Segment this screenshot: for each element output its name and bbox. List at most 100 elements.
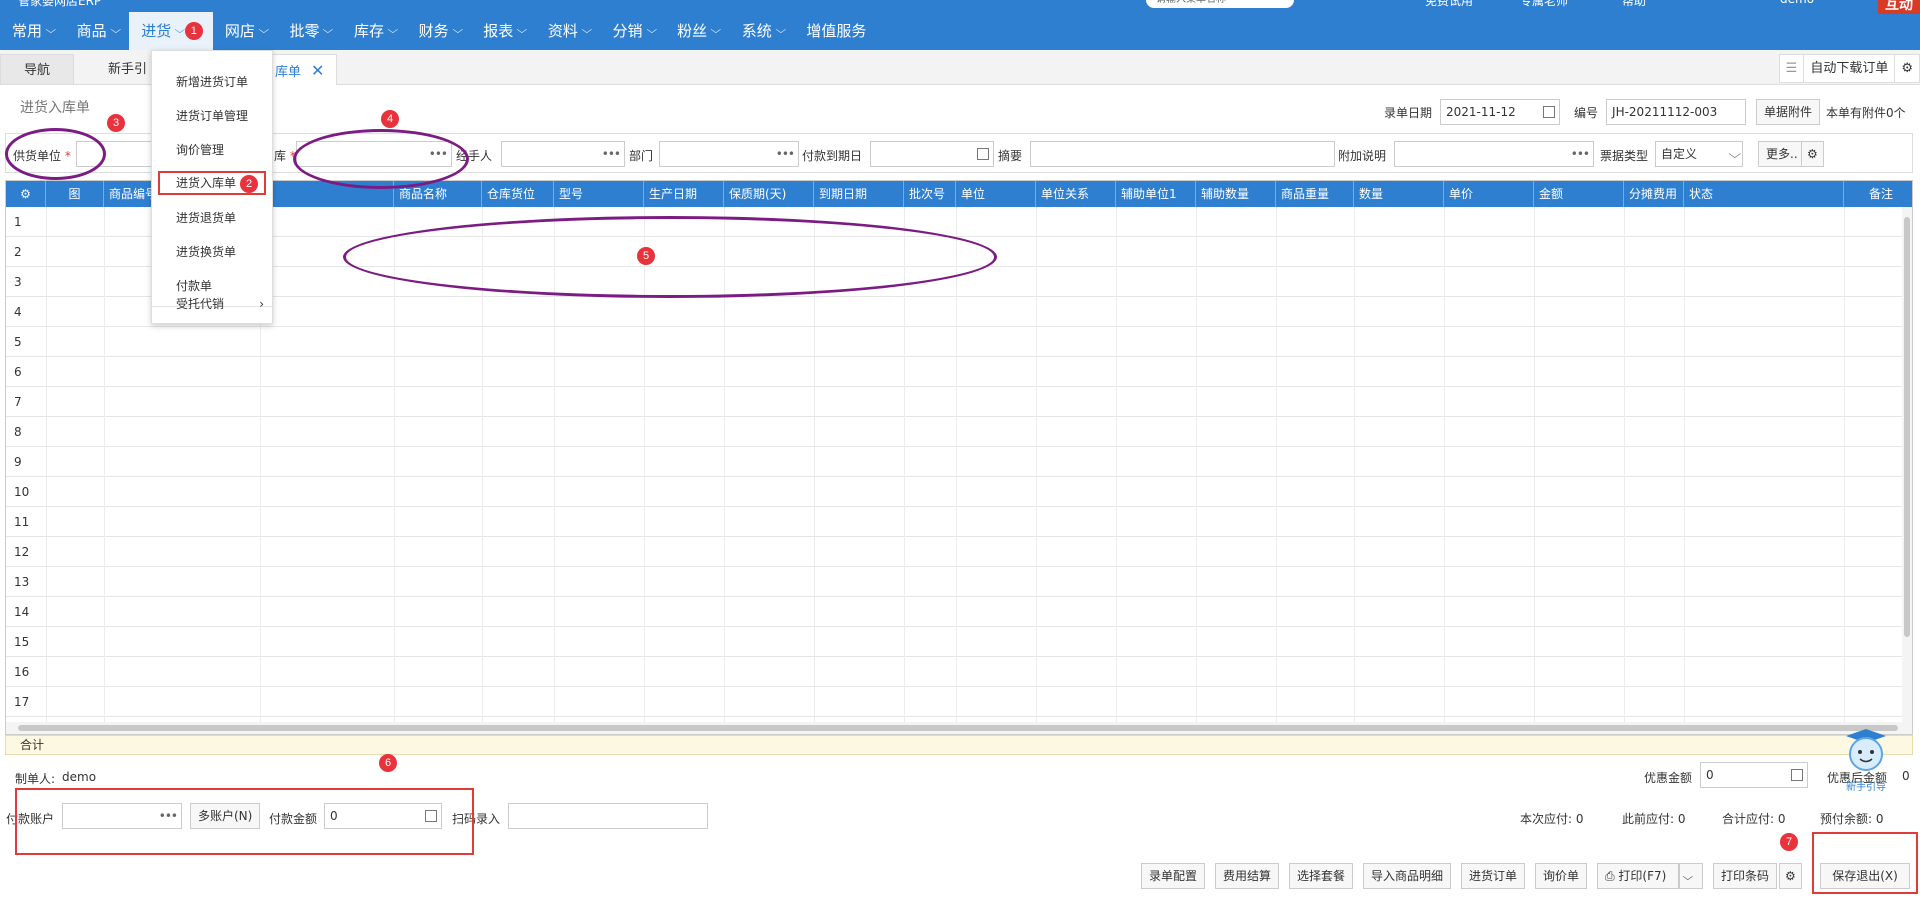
menu-item-purchase-order-manage[interactable]: 进货订单管理: [152, 99, 272, 133]
extra-note-input[interactable]: •••: [1394, 141, 1594, 167]
column-header[interactable]: 备注: [1844, 181, 1912, 207]
entry-config-button[interactable]: 录单配置: [1141, 863, 1206, 889]
column-header[interactable]: 分摊费用: [1624, 181, 1684, 207]
column-header[interactable]: 单位关系: [1036, 181, 1116, 207]
bill-type-select[interactable]: 自定义 ⌵: [1655, 141, 1743, 167]
list-icon[interactable]: ☰: [1780, 55, 1804, 82]
table-row[interactable]: 15: [6, 627, 1912, 657]
menu-item-inquiry-manage[interactable]: 询价管理: [152, 133, 272, 167]
nav-item-goods[interactable]: 商品 ⌵: [65, 12, 130, 50]
scroll-thumb[interactable]: [1904, 217, 1910, 637]
column-header[interactable]: 型号: [554, 181, 644, 207]
exclusive-teacher-link[interactable]: 专属老师: [1520, 0, 1568, 8]
menu-item-purchase-return[interactable]: 进货退货单: [152, 201, 272, 235]
column-header[interactable]: 批次号: [904, 181, 956, 207]
gear-icon[interactable]: ⚙: [1801, 141, 1824, 167]
table-row[interactable]: 8: [6, 417, 1912, 447]
import-details-button[interactable]: 导入商品明细: [1363, 863, 1452, 889]
table-row[interactable]: 10: [6, 477, 1912, 507]
print-button[interactable]: ⎙ 打印(F7): [1597, 863, 1679, 889]
column-header[interactable]: 仓库货位: [482, 181, 554, 207]
nav-item-fans[interactable]: 粉丝 ⌵: [665, 12, 730, 50]
column-header[interactable]: 单位: [956, 181, 1036, 207]
tab-newbie-guide[interactable]: 新手引: [96, 54, 159, 85]
more-dots-icon[interactable]: •••: [602, 142, 621, 166]
nav-item-data[interactable]: 资料 ⌵: [536, 12, 601, 50]
vertical-scrollbar[interactable]: [1902, 207, 1912, 722]
nav-item-reports[interactable]: 报表 ⌵: [471, 12, 536, 50]
table-row[interactable]: 1: [6, 207, 1912, 237]
inquiry-button[interactable]: 询价单: [1535, 863, 1588, 889]
menu-item-consignment[interactable]: 受托代销 ›: [152, 287, 272, 321]
menu-search-input[interactable]: 请输入菜单名称: [1146, 0, 1294, 8]
summary-input[interactable]: [1030, 141, 1335, 167]
more-dots-icon[interactable]: •••: [776, 142, 795, 166]
column-header[interactable]: 保质期(天): [724, 181, 814, 207]
nav-item-wholesale-retail[interactable]: 批零 ⌵: [277, 12, 342, 50]
column-header[interactable]: 数量: [1354, 181, 1444, 207]
user-menu[interactable]: demo: [1780, 0, 1814, 6]
table-row[interactable]: 13: [6, 567, 1912, 597]
pay-due-date-input[interactable]: [870, 141, 994, 167]
scroll-thumb[interactable]: [18, 725, 1898, 731]
date-input[interactable]: 2021-11-12: [1440, 99, 1561, 125]
newbie-guide-mascot[interactable]: 新手引导: [1838, 727, 1894, 793]
gear-icon[interactable]: ⚙: [1894, 55, 1919, 82]
choose-package-button[interactable]: 选择套餐: [1289, 863, 1354, 889]
gear-icon[interactable]: ⚙: [1779, 863, 1802, 889]
number-input[interactable]: JH-20211112-003: [1606, 99, 1747, 125]
nav-item-inventory[interactable]: 库存 ⌵: [342, 12, 407, 50]
auto-download-orders-button[interactable]: 自动下载订单: [1803, 55, 1894, 82]
horizontal-scrollbar[interactable]: [6, 722, 1912, 734]
free-trial-link[interactable]: 免费试用: [1425, 0, 1473, 8]
column-header[interactable]: 金额: [1534, 181, 1624, 207]
nav-item-online-store[interactable]: 网店 ⌵: [213, 12, 278, 50]
scan-input[interactable]: [508, 803, 708, 829]
table-row[interactable]: 14: [6, 597, 1912, 627]
menu-item-purchase-exchange[interactable]: 进货换货单: [152, 235, 272, 269]
handler-input[interactable]: •••: [501, 141, 625, 167]
close-icon[interactable]: ✕: [311, 61, 324, 80]
column-header[interactable]: 辅助单位1: [1116, 181, 1196, 207]
table-row[interactable]: 7: [6, 387, 1912, 417]
menu-item-purchase-receipt[interactable]: 进货入库单 2: [156, 169, 268, 197]
discount-input[interactable]: 0: [1700, 762, 1808, 788]
column-header[interactable]: 状态: [1684, 181, 1844, 207]
purchase-order-button[interactable]: 进货订单: [1461, 863, 1526, 889]
department-input[interactable]: •••: [659, 141, 799, 167]
table-row[interactable]: 4: [6, 297, 1912, 327]
table-row[interactable]: 5: [6, 327, 1912, 357]
column-header[interactable]: 到期日期: [814, 181, 904, 207]
table-row[interactable]: 17: [6, 687, 1912, 717]
calendar-icon[interactable]: [1543, 106, 1556, 118]
column-header[interactable]: 辅助数量: [1196, 181, 1276, 207]
help-link[interactable]: 帮助: [1622, 0, 1646, 8]
table-row[interactable]: 12: [6, 537, 1912, 567]
table-row[interactable]: 11: [6, 507, 1912, 537]
hudong-button[interactable]: 互动: [1878, 0, 1920, 14]
table-row[interactable]: 9: [6, 447, 1912, 477]
print-barcode-button[interactable]: 打印条码: [1713, 863, 1778, 889]
gear-icon[interactable]: ⚙: [6, 181, 46, 207]
table-row[interactable]: 16: [6, 657, 1912, 687]
nav-item-value-added[interactable]: 增值服务: [794, 12, 876, 50]
column-header[interactable]: 图: [46, 181, 104, 207]
column-header[interactable]: 生产日期: [644, 181, 724, 207]
attachment-button[interactable]: 单据附件: [1756, 99, 1821, 125]
more-button[interactable]: 更多..: [1758, 141, 1806, 167]
nav-item-finance[interactable]: 财务 ⌵: [407, 12, 472, 50]
calendar-icon[interactable]: [977, 148, 989, 160]
menu-item-new-purchase-order[interactable]: 新增进货订单: [152, 65, 272, 99]
expense-settle-button[interactable]: 费用结算: [1215, 863, 1280, 889]
nav-item-common[interactable]: 常用 ⌵: [0, 12, 65, 50]
calculator-icon[interactable]: [1791, 769, 1803, 781]
column-header[interactable]: 商品重量: [1276, 181, 1354, 207]
nav-item-distribution[interactable]: 分销 ⌵: [600, 12, 665, 50]
tab-navigation[interactable]: 导航: [0, 54, 74, 85]
nav-item-system[interactable]: 系统 ⌵: [730, 12, 795, 50]
print-dropdown-button[interactable]: ⌵: [1679, 863, 1703, 889]
column-header[interactable]: 单价: [1444, 181, 1534, 207]
tab-purchase-receipt[interactable]: 库单 ✕: [262, 54, 338, 85]
more-dots-icon[interactable]: •••: [1571, 142, 1590, 166]
nav-item-purchase[interactable]: 进货 ⌵ 1: [129, 12, 213, 50]
